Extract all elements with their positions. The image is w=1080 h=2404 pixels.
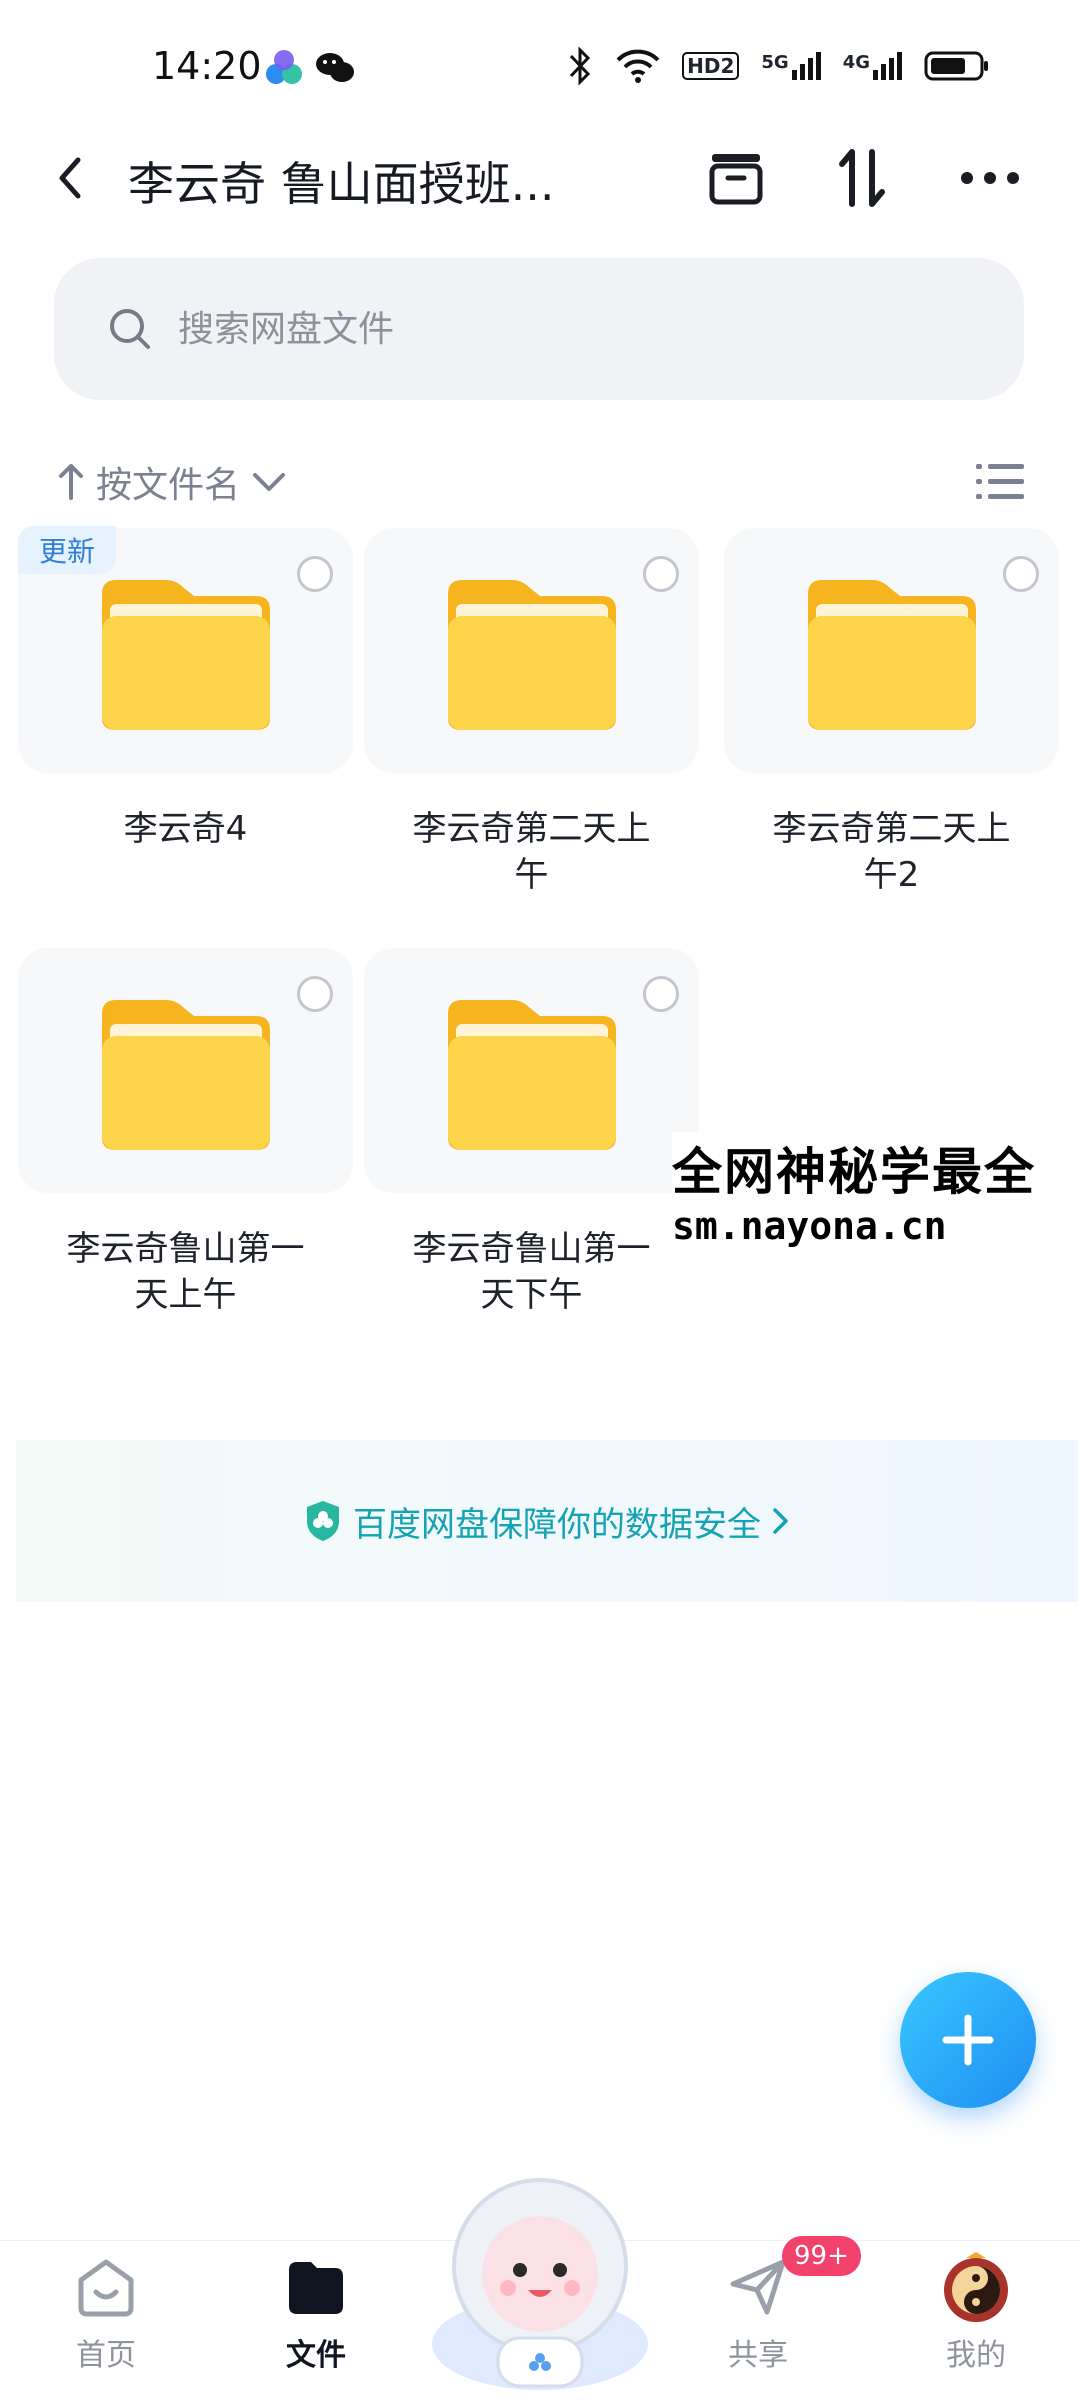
overlay-line-1: 全网神秘学最全	[672, 1143, 1036, 1201]
search-bar[interactable]	[54, 258, 1024, 400]
search-input[interactable]	[176, 307, 940, 351]
mascot-icon	[432, 2178, 648, 2390]
folder-name[interactable]: 李云奇4	[18, 806, 353, 852]
folder-icon	[808, 580, 976, 730]
shield-icon	[307, 1501, 339, 1541]
arrow-up-icon	[59, 464, 83, 500]
page-title: 李云奇 鲁山面授班...	[128, 157, 555, 211]
sort-arrows-icon	[839, 149, 885, 207]
nav-label: 共享	[728, 2338, 788, 2373]
folder-tile[interactable]	[18, 948, 353, 1193]
list-view-icon	[976, 464, 1024, 499]
mascot-button[interactable]	[428, 2170, 652, 2404]
plus-icon	[942, 2014, 994, 2066]
home-icon	[78, 2259, 134, 2317]
hd-indicator: HD2	[682, 52, 740, 80]
folder-icon	[448, 580, 616, 730]
watermark-overlay: 全网神秘学最全 sm.nayona.cn	[672, 1132, 1080, 1248]
folder-icon	[102, 580, 270, 730]
folder-tile[interactable]	[724, 528, 1059, 773]
signal-4g: 4G	[843, 52, 902, 80]
update-badge: 更新	[18, 526, 116, 574]
folder-name[interactable]: 李云奇第二天上午	[364, 806, 699, 898]
signal-5g: 5G	[761, 52, 821, 80]
baidu-netdisk-app-icon	[262, 48, 306, 92]
more-button[interactable]	[950, 138, 1030, 218]
select-checkbox[interactable]	[643, 556, 679, 592]
nav-label: 首页	[76, 2338, 136, 2373]
status-time: 14:20	[152, 44, 262, 88]
folder-tile[interactable]	[364, 948, 699, 1193]
select-checkbox[interactable]	[297, 976, 333, 1012]
folder-icon	[448, 1000, 616, 1150]
folder-tile[interactable]	[364, 528, 699, 773]
nav-label: 我的	[946, 2338, 1006, 2373]
folder-name[interactable]: 李云奇鲁山第一 天上午	[18, 1226, 353, 1318]
battery-icon	[924, 51, 988, 81]
chevron-right-icon	[773, 1508, 788, 1534]
chevron-left-icon	[59, 157, 81, 199]
folder-icon	[289, 2262, 343, 2314]
view-mode-button[interactable]	[960, 442, 1040, 522]
chevron-down-icon	[253, 473, 286, 491]
sort-toggle-button[interactable]	[822, 138, 902, 218]
wifi-icon	[616, 49, 660, 83]
inbox-icon	[709, 154, 763, 205]
overlay-line-2: sm.nayona.cn	[672, 1204, 947, 1248]
select-checkbox[interactable]	[643, 976, 679, 1012]
search-icon	[110, 309, 150, 349]
transfer-list-button[interactable]	[696, 138, 776, 218]
folder-name[interactable]: 李云奇鲁山第一 天下午	[364, 1226, 699, 1318]
bluetooth-icon	[570, 46, 591, 86]
notification-badge: 99+	[782, 2236, 861, 2276]
more-horizontal-icon	[961, 172, 1019, 184]
banner-text: 百度网盘保障你的数据安全	[353, 1504, 761, 1545]
select-checkbox[interactable]	[297, 556, 333, 592]
sort-label: 按文件名	[96, 465, 241, 506]
avatar	[944, 2252, 1008, 2322]
nav-item-files[interactable]: 文件	[236, 2256, 396, 2374]
nav-label: 文件	[286, 2338, 346, 2373]
folder-icon	[102, 1000, 270, 1150]
paper-plane-icon	[730, 2259, 786, 2315]
nav-item-profile[interactable]: 我的	[896, 2252, 1056, 2374]
add-button[interactable]	[900, 1972, 1036, 2108]
select-checkbox[interactable]	[1003, 556, 1039, 592]
wechat-icon	[314, 50, 356, 90]
status-icons: HD2 5G 4G	[568, 46, 990, 86]
security-banner[interactable]: 百度网盘保障你的数据安全	[16, 1440, 1078, 1602]
back-button[interactable]	[30, 138, 110, 218]
folder-name[interactable]: 李云奇第二天上 午2	[724, 806, 1059, 898]
sort-selector[interactable]: 按文件名	[58, 456, 286, 508]
nav-item-home[interactable]: 首页	[26, 2256, 186, 2374]
